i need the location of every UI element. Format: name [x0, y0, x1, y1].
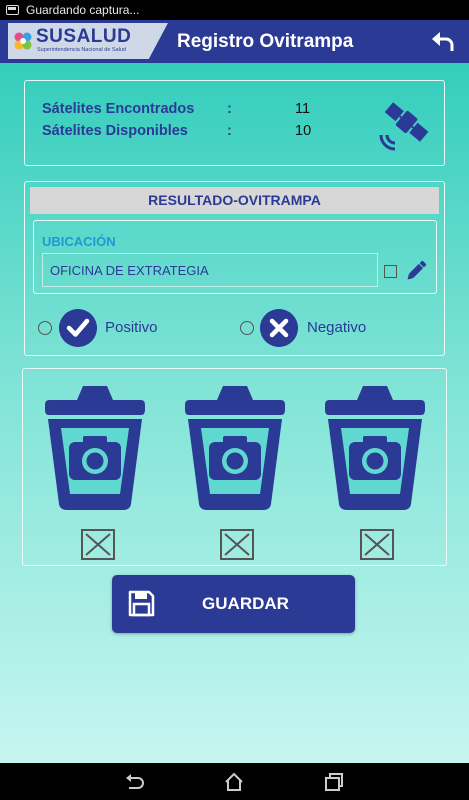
location-label: UBICACIÓN: [42, 234, 116, 249]
satellites-panel: Sátelites Encontrados : 11 Sátelites Dis…: [24, 80, 445, 166]
photo-checkbox-3[interactable]: [360, 529, 394, 560]
app-bar: SUSALUD Superintendencia Nacional de Sal…: [0, 20, 469, 63]
satellites-available-label: Sátelites Disponibles: [42, 123, 188, 139]
separator: :: [227, 123, 232, 139]
screenshot-notification-icon: [6, 5, 19, 15]
photo-checkbox-1[interactable]: [81, 529, 115, 560]
x-mark-icon: [224, 533, 250, 556]
status-bar: Guardando captura...: [0, 0, 469, 20]
camera-bucket-icon[interactable]: [323, 386, 427, 512]
x-mark-icon: [364, 533, 390, 556]
system-nav-bar: [0, 763, 469, 800]
status-notification-text: Guardando captura...: [26, 3, 140, 17]
separator: :: [227, 101, 232, 117]
location-input[interactable]: [42, 253, 378, 287]
x-circle-icon[interactable]: [260, 309, 298, 347]
location-edit-checkbox[interactable]: [384, 265, 397, 278]
camera-bucket-icon[interactable]: [183, 386, 287, 512]
back-arrow-icon[interactable]: [430, 29, 456, 53]
positive-label: Positivo: [105, 319, 158, 336]
nav-back-icon[interactable]: [124, 771, 146, 793]
location-box: UBICACIÓN: [33, 220, 437, 294]
pencil-edit-icon[interactable]: [403, 258, 429, 284]
satellite-icon: [379, 102, 429, 151]
nav-recents-icon[interactable]: [323, 771, 345, 793]
brand-name: SUSALUD: [36, 26, 132, 47]
photo-checkbox-2[interactable]: [220, 529, 254, 560]
check-circle-icon[interactable]: [59, 309, 97, 347]
susalud-logo: SUSALUD Superintendencia Nacional de Sal…: [8, 23, 168, 59]
satellites-found-value: 11: [295, 101, 311, 117]
main-content: Sátelites Encontrados : 11 Sátelites Dis…: [0, 63, 469, 763]
brand-subtitle: Superintendencia Nacional de Salud: [37, 47, 126, 53]
result-panel: RESULTADO-OVITRAMPA UBICACIÓN Positivo: [24, 181, 445, 356]
negative-label: Negativo: [307, 319, 367, 336]
camera-bucket-icon[interactable]: [43, 386, 147, 512]
negative-radio[interactable]: [240, 321, 254, 335]
result-header: RESULTADO-OVITRAMPA: [30, 187, 439, 214]
nav-home-icon[interactable]: [223, 771, 245, 793]
page-title: Registro Ovitrampa: [177, 31, 354, 52]
satellites-available-value: 10: [295, 123, 312, 139]
photos-panel: [22, 368, 447, 566]
susalud-flower-icon: [14, 32, 32, 50]
satellites-found-label: Sátelites Encontrados: [42, 101, 195, 117]
save-button[interactable]: GUARDAR: [112, 575, 355, 633]
positive-radio[interactable]: [38, 321, 52, 335]
x-mark-icon: [85, 533, 111, 556]
save-button-label: GUARDAR: [202, 594, 289, 613]
